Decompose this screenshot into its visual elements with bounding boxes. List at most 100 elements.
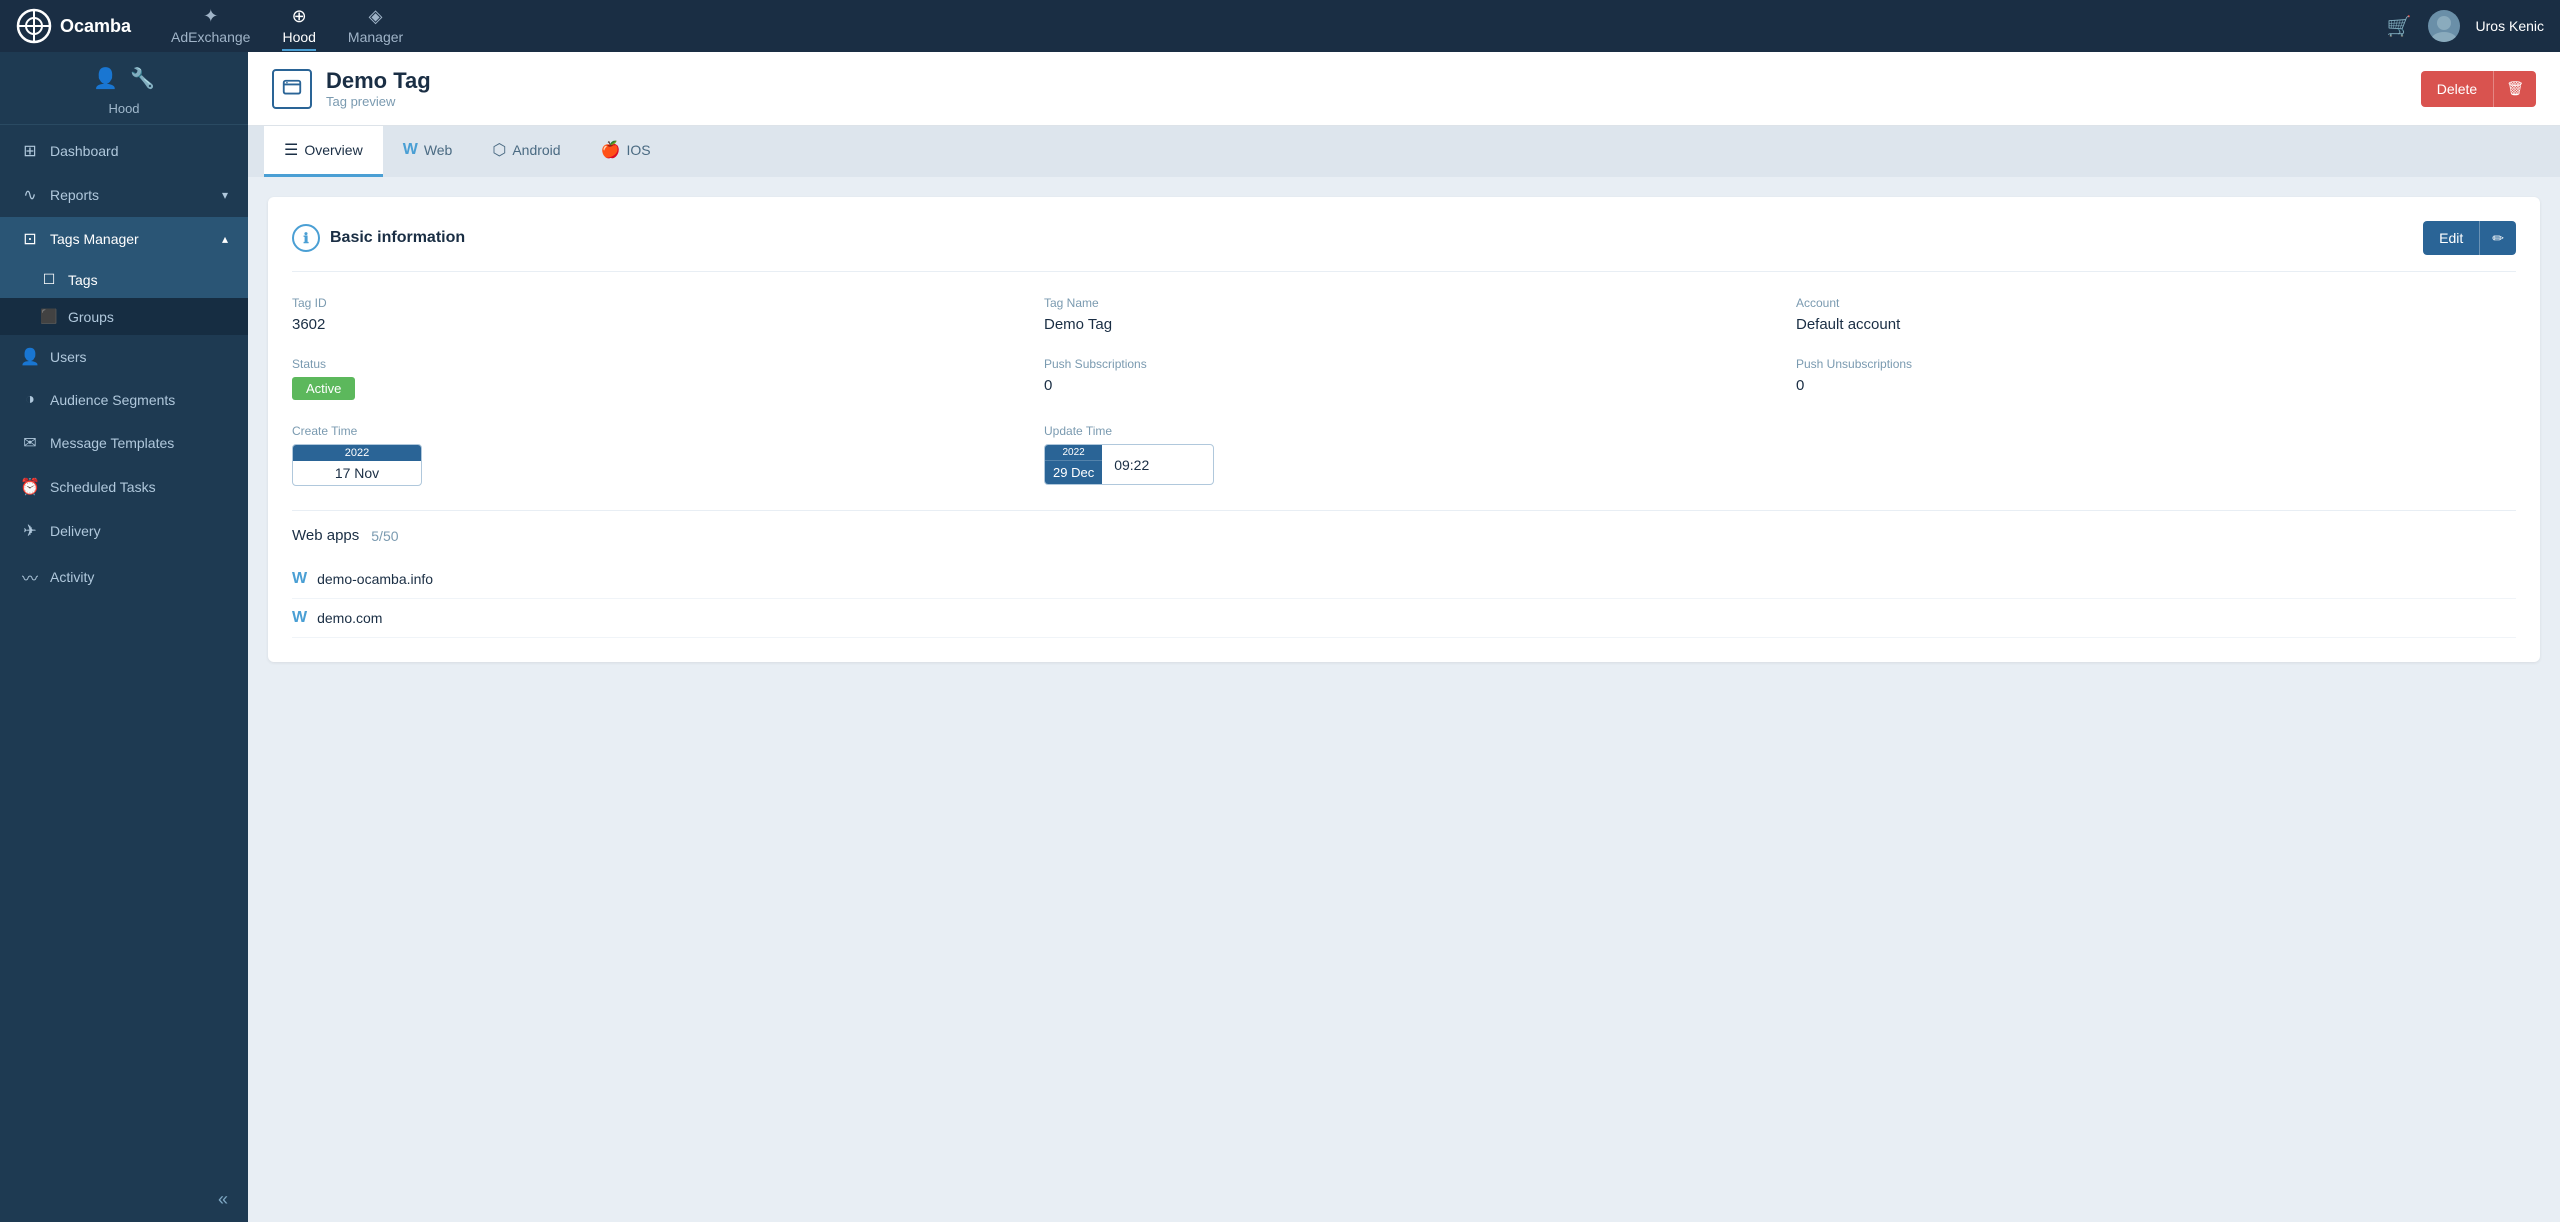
webapp-2-icon: W (292, 609, 307, 627)
topnav-link-adexchange[interactable]: ✦ AdExchange (171, 2, 250, 51)
page-header-text: Demo Tag Tag preview (326, 68, 431, 109)
push-unsubscriptions-value: 0 (1796, 377, 2516, 394)
sidebar-item-dashboard[interactable]: ⊞ Dashboard (0, 129, 248, 173)
topnav-links: ✦ AdExchange ⊕ Hood ◈ Manager (171, 2, 403, 51)
sidebar-item-tags-manager[interactable]: ⊡ Tags Manager ▴ (0, 217, 248, 261)
sidebar-item-scheduled-tasks[interactable]: ⏰ Scheduled Tasks (0, 465, 248, 509)
panel-title-label: Basic information (330, 229, 465, 247)
ios-tab-icon: 🍎 (601, 140, 621, 160)
audience-icon: ◑ (20, 391, 40, 409)
groups-icon: ⬛ (40, 308, 58, 325)
web-tab-icon: W (403, 141, 418, 159)
tool-icon[interactable]: 🔧 (130, 66, 155, 91)
tags-icon: ☐ (40, 271, 58, 288)
tag-name-label: Tag Name (1044, 296, 1764, 310)
tag-id-value: 3602 (292, 316, 1012, 333)
sidebar-item-label-activity: Activity (50, 569, 94, 585)
tags-manager-chevron-icon: ▴ (222, 232, 228, 246)
topnav-link-hood[interactable]: ⊕ Hood (282, 2, 315, 51)
account-label: Account (1796, 296, 2516, 310)
page-header-left: Demo Tag Tag preview (272, 68, 431, 109)
webapps-count: 5/50 (371, 528, 398, 544)
empty-cell (1796, 424, 2516, 486)
reports-icon: ∿ (20, 185, 40, 205)
tag-name-value: Demo Tag (1044, 316, 1764, 333)
update-time-year: 2022 (1045, 445, 1102, 461)
tab-overview-label: Overview (304, 142, 362, 158)
sidebar-item-label-scheduled-tasks: Scheduled Tasks (50, 479, 156, 495)
sidebar-item-label-dashboard: Dashboard (50, 143, 119, 159)
sidebar-item-users[interactable]: 👤 Users (0, 335, 248, 379)
sidebar-item-label-tags-manager: Tags Manager (50, 231, 139, 247)
tab-web[interactable]: W Web (383, 126, 473, 177)
sidebar-item-label-delivery: Delivery (50, 523, 101, 539)
delete-button-label: Delete (2421, 73, 2493, 105)
scheduled-tasks-icon: ⏰ (20, 477, 40, 497)
topnav-right: 🛒 Uros Kenic (2387, 10, 2544, 42)
page-header: Demo Tag Tag preview Delete 🗑 (248, 52, 2560, 126)
page-title: Demo Tag (326, 68, 431, 94)
tab-overview[interactable]: ☰ Overview (264, 126, 383, 177)
field-push-subscriptions: Push Subscriptions 0 (1044, 357, 1764, 400)
sidebar-subitem-tags[interactable]: ☐ Tags (0, 261, 248, 298)
tags-manager-submenu: ☐ Tags ⬛ Groups (0, 261, 248, 335)
hood-icon: ⊕ (292, 6, 307, 27)
tag-id-label: Tag ID (292, 296, 1012, 310)
webapp-item-1[interactable]: W demo-ocamba.info (292, 560, 2516, 599)
field-tag-name: Tag Name Demo Tag (1044, 296, 1764, 333)
sidebar-header: 👤 🔧 (0, 52, 248, 101)
tag-page-icon (281, 78, 303, 100)
collapse-icon: « (218, 1189, 228, 1210)
push-unsubscriptions-label: Push Unsubscriptions (1796, 357, 2516, 371)
sidebar-header-icons: 👤 🔧 (93, 66, 155, 91)
sidebar-item-activity[interactable]: 〰 Activity (0, 553, 248, 601)
panel-header: ℹ Basic information Edit ✏ (292, 221, 2516, 272)
activity-icon: 〰 (20, 565, 40, 589)
create-time-year: 2022 (293, 445, 421, 461)
push-subscriptions-value: 0 (1044, 377, 1764, 394)
users-icon: 👤 (20, 347, 40, 367)
delivery-icon: ✈ (20, 521, 40, 541)
app-logo[interactable]: Ocamba (16, 8, 131, 44)
topnav-link-manager[interactable]: ◈ Manager (348, 2, 403, 51)
create-time-display: 2022 17 Nov (292, 444, 422, 486)
android-tab-icon: ⬡ (492, 140, 506, 160)
sidebar-item-reports[interactable]: ∿ Reports ▾ (0, 173, 248, 217)
sidebar-item-label-users: Users (50, 349, 87, 365)
account-value: Default account (1796, 316, 2516, 333)
overview-tab-icon: ☰ (284, 140, 298, 160)
field-update-time: Update Time 2022 29 Dec 09:22 (1044, 424, 1764, 486)
webapp-1-icon: W (292, 570, 307, 588)
sidebar-section-title: Hood (0, 101, 248, 124)
field-status: Status Active (292, 357, 1012, 400)
cart-icon[interactable]: 🛒 (2387, 14, 2412, 39)
sidebar-item-label-message-templates: Message Templates (50, 435, 174, 451)
webapp-1-label: demo-ocamba.info (317, 571, 433, 587)
status-label: Status (292, 357, 1012, 371)
page-header-icon (272, 69, 312, 109)
delete-button[interactable]: Delete 🗑 (2421, 71, 2536, 107)
sidebar-item-audience-segments[interactable]: ◑ Audience Segments (0, 379, 248, 421)
person-icon[interactable]: 👤 (93, 66, 118, 91)
user-avatar[interactable] (2428, 10, 2460, 42)
webapp-item-2[interactable]: W demo.com (292, 599, 2516, 638)
page-subtitle: Tag preview (326, 94, 431, 109)
main-layout: 👤 🔧 Hood ⊞ Dashboard ∿ Reports ▾ ⊡ Tags … (0, 52, 2560, 1222)
info-grid: Tag ID 3602 Tag Name Demo Tag Account De… (292, 296, 2516, 486)
delete-button-icon: 🗑 (2494, 72, 2536, 105)
tab-web-label: Web (424, 142, 453, 158)
reports-chevron-icon: ▾ (222, 188, 228, 202)
status-badge: Active (292, 377, 1012, 400)
dashboard-icon: ⊞ (20, 141, 40, 161)
app-name: Ocamba (60, 16, 131, 37)
tab-ios[interactable]: 🍎 IOS (581, 126, 671, 177)
edit-button[interactable]: Edit ✏ (2423, 221, 2516, 255)
info-icon: ℹ (292, 224, 320, 252)
tab-ios-label: IOS (627, 142, 651, 158)
top-navigation: Ocamba ✦ AdExchange ⊕ Hood ◈ Manager 🛒 U… (0, 0, 2560, 52)
sidebar-item-message-templates[interactable]: ✉ Message Templates (0, 421, 248, 465)
sidebar-collapse-button[interactable]: « (0, 1177, 248, 1222)
tab-android[interactable]: ⬡ Android (472, 126, 580, 177)
sidebar-item-delivery[interactable]: ✈ Delivery (0, 509, 248, 553)
sidebar-subitem-groups[interactable]: ⬛ Groups (0, 298, 248, 335)
